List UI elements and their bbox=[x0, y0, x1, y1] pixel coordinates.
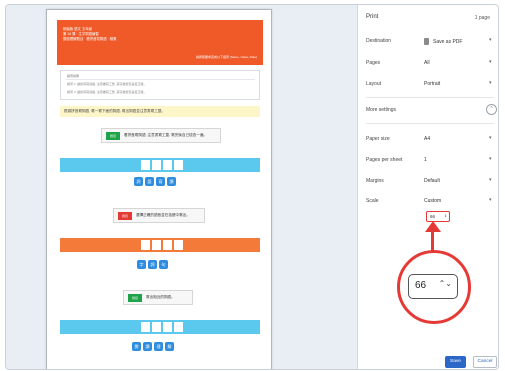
question-tag: 題目 bbox=[128, 294, 142, 302]
question-tag: 題目 bbox=[106, 132, 120, 140]
answer-box bbox=[174, 240, 183, 250]
scale-input-value: 66 bbox=[430, 214, 436, 219]
layout-label: Layout bbox=[366, 81, 382, 87]
answer-box bbox=[141, 240, 150, 250]
destination-value: Save as PDF bbox=[433, 38, 463, 45]
question-card-2: 題目 選擇正確的讀音並在括號中寫出。 bbox=[113, 208, 205, 223]
instruction-highlight: 根據拼音寫詞語, 寫一寫下面的詞語, 寫出詞語並注意書寫工整。 bbox=[60, 106, 260, 117]
pill-label: 寫 bbox=[156, 177, 165, 186]
scale-select[interactable]: Custom bbox=[424, 198, 441, 204]
answer-band-2 bbox=[60, 238, 260, 252]
document-icon bbox=[424, 38, 429, 45]
pill-label: 讀 bbox=[167, 177, 176, 186]
print-title: Print bbox=[366, 14, 379, 20]
pages-per-sheet-select[interactable]: 1 bbox=[424, 157, 427, 163]
info-divider bbox=[65, 79, 255, 80]
chevron-up-icon[interactable]: ⌃ bbox=[486, 104, 497, 115]
answer-box bbox=[141, 160, 150, 170]
chevron-down-icon[interactable]: ▾ bbox=[489, 37, 492, 43]
answer-box bbox=[141, 322, 150, 332]
destination-select[interactable]: Save as PDF bbox=[424, 38, 462, 45]
spinner-icon: ⌃⌄ bbox=[438, 279, 452, 288]
question-card-1: 題目 看拼音寫詞語, 注意書寫工整, 寫完後自己檢查一遍。 bbox=[101, 128, 221, 143]
more-settings-label[interactable]: More settings bbox=[366, 107, 396, 113]
info-box: 練習說明 練習 1: 讀拼音寫詞語, 注意書寫工整, 寫完後檢查是否正確。 練習… bbox=[60, 70, 260, 100]
answer-box bbox=[174, 160, 183, 170]
pill-label: 閱 bbox=[132, 342, 141, 351]
margins-select[interactable]: Default bbox=[424, 178, 440, 184]
chevron-down-icon[interactable]: ▾ bbox=[489, 80, 492, 86]
chevron-down-icon[interactable]: ▾ bbox=[489, 135, 492, 141]
pill-label: 語 bbox=[145, 177, 154, 186]
destination-label: Destination bbox=[366, 38, 392, 44]
chevron-down-icon[interactable]: ▾ bbox=[489, 59, 492, 65]
question-tag: 題目 bbox=[118, 212, 132, 220]
question-text: 看拼音寫詞語, 注意書寫工整, 寫完後自己檢查一遍。 bbox=[124, 133, 208, 137]
answer-band-1 bbox=[60, 158, 260, 172]
pages-label: Pages bbox=[366, 60, 381, 66]
answer-box bbox=[163, 322, 172, 332]
divider bbox=[366, 97, 494, 98]
answer-box bbox=[174, 322, 183, 332]
question-text: 選擇正確的讀音並在括號中寫出。 bbox=[136, 213, 190, 217]
zoomed-scale-input: 66 ⌃⌄ bbox=[408, 274, 458, 299]
answer-box bbox=[152, 322, 161, 332]
pill-label: 解 bbox=[165, 342, 174, 351]
scale-label: Scale bbox=[366, 198, 379, 204]
info-row-2: 練習 2: 讀拼音寫詞語, 注意書寫工整, 寫完後檢查是否正確。 bbox=[67, 90, 147, 94]
chevron-down-icon[interactable]: ▾ bbox=[489, 156, 492, 162]
answer-band-3 bbox=[60, 320, 260, 334]
margins-label: Margins bbox=[366, 178, 384, 184]
pill-label: 詞 bbox=[148, 260, 157, 269]
answer-box bbox=[152, 160, 161, 170]
answer-box bbox=[163, 240, 172, 250]
pill-label: 句 bbox=[159, 260, 168, 269]
answer-box bbox=[152, 240, 161, 250]
save-button[interactable]: Save bbox=[445, 356, 466, 368]
preview-page: 統編版 語文 五年級 第 16 課 · 生字詞語練習 閱讀理解題目 · 看拼音寫… bbox=[46, 9, 272, 369]
page-count: 1 page bbox=[474, 15, 490, 21]
pill-label: 字 bbox=[137, 260, 146, 269]
zoomed-scale-value: 66 bbox=[415, 280, 427, 291]
worksheet-header: 統編版 語文 五年級 第 16 課 · 生字詞語練習 閱讀理解題目 · 看拼音寫… bbox=[57, 20, 263, 65]
info-row-1: 練習 1: 讀拼音寫詞語, 注意書寫工整, 寫完後檢查是否正確。 bbox=[67, 82, 147, 86]
question-text: 寫出相近的詞語。 bbox=[146, 295, 175, 299]
divider bbox=[366, 123, 494, 124]
print-preview-area: 統編版 語文 五年級 第 16 課 · 生字詞語練習 閱讀理解題目 · 看拼音寫… bbox=[6, 5, 357, 369]
zoom-callout-circle: 66 ⌃⌄ bbox=[397, 250, 471, 324]
chevron-down-icon[interactable]: ▾ bbox=[489, 197, 492, 203]
paper-size-select[interactable]: A4 bbox=[424, 136, 430, 142]
layout-select[interactable]: Portrait bbox=[424, 81, 440, 87]
chevron-down-icon[interactable]: ▾ bbox=[489, 177, 492, 183]
header-line-3: 閱讀理解題目 · 看拼音寫詞語 · 積累 bbox=[63, 37, 117, 41]
pill-label: 讀 bbox=[143, 342, 152, 351]
pill-label: 理 bbox=[154, 342, 163, 351]
question-card-3: 題目 寫出相近的詞語。 bbox=[123, 290, 193, 305]
spinner-icon[interactable]: ⇕ bbox=[444, 214, 447, 218]
pages-per-sheet-label: Pages per sheet bbox=[366, 157, 403, 163]
header-right-text: 請按照要求完成以下練習 (Name, Class, Date) bbox=[195, 55, 257, 59]
info-title: 練習說明 bbox=[67, 74, 80, 78]
answer-box bbox=[163, 160, 172, 170]
paper-size-label: Paper size bbox=[366, 136, 390, 142]
cancel-button[interactable]: Cancel bbox=[473, 356, 497, 368]
pill-label: 詞 bbox=[134, 177, 143, 186]
pages-select[interactable]: All bbox=[424, 60, 430, 66]
